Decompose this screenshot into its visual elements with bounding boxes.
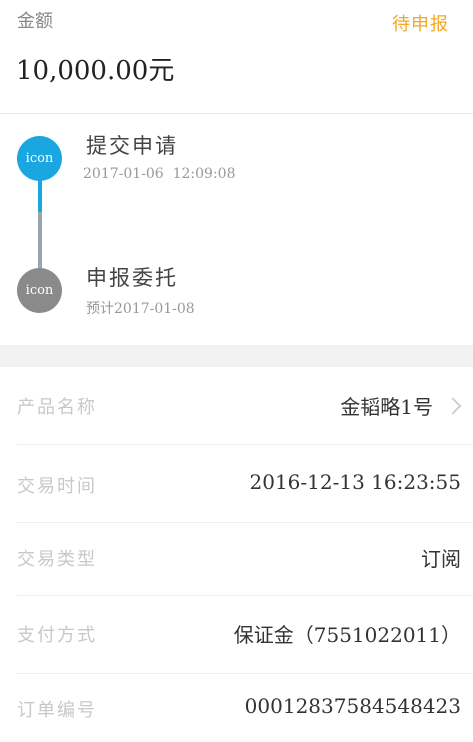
detail-label: 交易时间 <box>17 476 97 497</box>
amount-value: 10,000.00元 <box>16 56 175 86</box>
detail-value: 金韬略1号 <box>340 395 433 419</box>
chevron-right-icon <box>444 397 462 415</box>
order-summary: 金额 待申报 10,000.00元 <box>0 0 473 114</box>
timeline-connector-active <box>38 180 42 212</box>
detail-value: 订阅 <box>421 547 461 571</box>
detail-label: 订单编号 <box>17 700 97 721</box>
detail-label: 支付方式 <box>17 625 97 646</box>
amount-label: 金额 <box>17 11 53 32</box>
step-delegate-estimate: 预计2017-01-08 <box>86 301 195 317</box>
detail-label: 交易类型 <box>17 549 97 570</box>
detail-row-time: 交易时间 2016-12-13 16:23:55 <box>17 445 473 523</box>
detail-value: 保证金（7551022011） <box>233 623 461 647</box>
step-submit-title: 提交申请 <box>86 134 178 158</box>
step-submit-time: 2017-01-06 12:09:08 <box>83 166 236 182</box>
detail-value: 00012837584548423 <box>244 694 461 718</box>
detail-value: 2016-12-13 16:23:55 <box>249 470 462 494</box>
status-badge: 待申报 <box>392 14 449 35</box>
section-divider <box>0 345 473 367</box>
detail-row-payment: 支付方式 保证金（7551022011） <box>17 596 473 674</box>
step-submit-icon: icon <box>17 136 62 181</box>
detail-label: 产品名称 <box>17 397 97 418</box>
step-delegate-icon: icon <box>17 268 62 313</box>
step-delegate-title: 申报委托 <box>86 266 178 290</box>
detail-row-product[interactable]: 产品名称 金韬略1号 <box>17 367 473 445</box>
detail-row-type: 交易类型 订阅 <box>17 523 473 596</box>
detail-row-order-id: 订单编号 00012837584548423 <box>17 674 473 742</box>
